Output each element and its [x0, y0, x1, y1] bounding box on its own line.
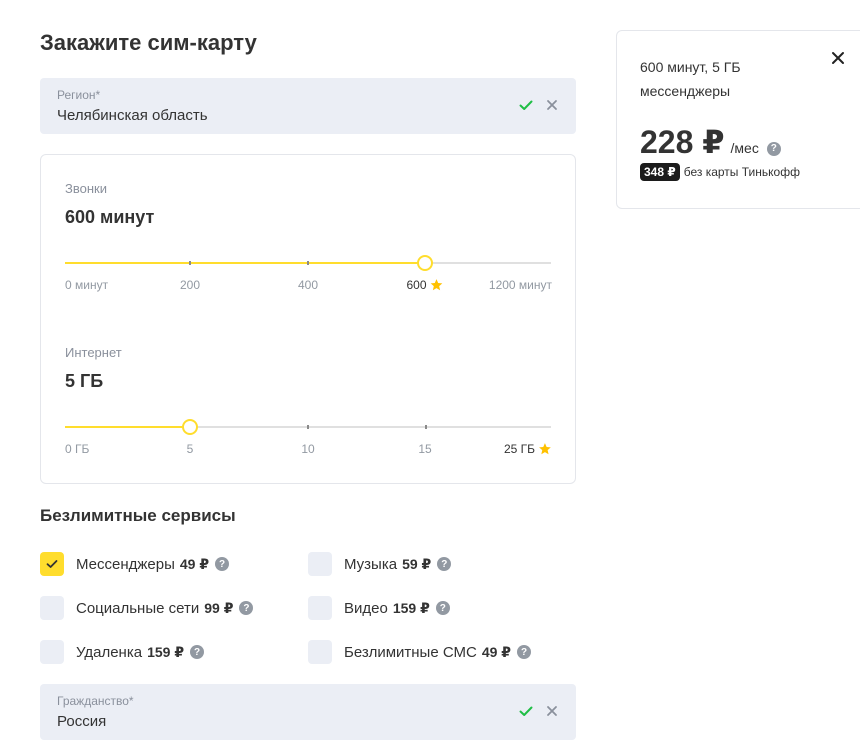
video-checkbox[interactable]: [308, 596, 332, 620]
service-sms[interactable]: Безлимитные СМС 49 ₽ ?: [308, 640, 532, 664]
price-unit: /мес: [730, 140, 759, 156]
region-select[interactable]: Регион* Челябинская область: [40, 78, 576, 134]
help-icon[interactable]: ?: [437, 557, 452, 571]
service-remote[interactable]: Удаленка 159 ₽ ?: [40, 640, 205, 664]
service-price: 99 ₽: [204, 599, 234, 616]
internet-tick-label: 10: [301, 442, 315, 456]
service-social[interactable]: Социальные сети 99 ₽ ?: [40, 596, 254, 620]
internet-slider-track[interactable]: [65, 419, 551, 435]
monthly-price: 228 ₽: [640, 124, 725, 160]
service-price: 159 ₽: [392, 599, 430, 616]
summary-line-2: мессенджеры: [640, 83, 731, 99]
music-checkbox[interactable]: [308, 552, 332, 576]
internet-slider-tick: [307, 425, 309, 429]
alt-price-badge: 348 ₽: [640, 163, 680, 181]
star-icon: [430, 279, 443, 291]
messengers-checkbox[interactable]: [40, 552, 64, 576]
service-price: 49 ₽: [481, 643, 512, 660]
calls-slider-tick: [307, 261, 309, 265]
service-music[interactable]: Музыка 59 ₽ ?: [308, 552, 452, 576]
internet-tick-label: 0 ГБ: [65, 442, 90, 456]
calls-slider-fill: [65, 262, 425, 264]
alt-price-row: 348 ₽ без карты Тинькофф: [640, 163, 800, 181]
help-icon[interactable]: ?: [190, 645, 205, 659]
service-label: Музыка: [344, 555, 398, 573]
checkmark-icon: [46, 560, 58, 568]
alt-price-text: без карты Тинькофф: [683, 165, 800, 179]
help-icon[interactable]: ?: [766, 141, 781, 156]
help-icon[interactable]: ?: [435, 601, 450, 615]
service-price: 159 ₽: [147, 643, 185, 660]
page-title: Закажите сим-карту: [40, 30, 257, 55]
internet-value: 5 ГБ: [65, 371, 104, 391]
service-video[interactable]: Видео 159 ₽ ?: [308, 596, 450, 620]
internet-slider-thumb[interactable]: [182, 419, 198, 435]
calls-selected-tick-text: 600: [406, 278, 427, 292]
service-messengers[interactable]: Мессенджеры 49 ₽ ?: [40, 552, 230, 576]
calls-tick-label: 1200 минут: [488, 278, 552, 292]
region-value: Челябинская область: [57, 107, 208, 124]
internet-tick-label-recommended: 25 ГБ: [504, 442, 552, 456]
help-icon[interactable]: ?: [215, 557, 230, 571]
summary-line-1: 600 минут, 5 ГБ: [640, 59, 741, 75]
clear-icon[interactable]: [546, 99, 558, 111]
tariff-summary-card: 600 минут, 5 ГБ мессенджеры 228 ₽ /мес ?…: [616, 30, 860, 209]
calls-value: 600 минут: [65, 207, 155, 227]
citizenship-select[interactable]: Гражданство* Россия: [40, 684, 576, 740]
help-icon[interactable]: ?: [239, 601, 254, 615]
calls-tick-label-selected: 600: [406, 278, 443, 292]
service-price: 49 ₽: [179, 555, 210, 572]
calls-title: Звонки: [65, 181, 107, 196]
internet-tick-label: 5: [186, 442, 194, 456]
service-label: Мессенджеры: [76, 555, 175, 573]
internet-slider-tick: [425, 425, 427, 429]
services-title: Безлимитные сервисы: [40, 506, 236, 525]
check-icon: [519, 706, 533, 716]
internet-title: Интернет: [65, 345, 122, 360]
check-icon: [519, 100, 533, 110]
calls-slider-thumb[interactable]: [417, 255, 433, 271]
sms-checkbox[interactable]: [308, 640, 332, 664]
help-icon[interactable]: ?: [517, 645, 532, 659]
internet-recommended-tick-text: 25 ГБ: [503, 442, 535, 456]
calls-slider-block: Звонки 600 минут 0 минут 200 400 600 120…: [65, 181, 553, 301]
internet-slider-fill: [65, 426, 190, 428]
calls-slider-tick: [189, 261, 191, 265]
internet-slider-block: Интернет 5 ГБ 0 ГБ 5 10 15 25 ГБ: [65, 345, 553, 465]
social-checkbox[interactable]: [40, 596, 64, 620]
calls-tick-label: 0 минут: [65, 278, 109, 292]
service-label: Безлимитные СМС: [344, 643, 477, 661]
service-price: 59 ₽: [402, 555, 432, 572]
citizenship-label: Гражданство*: [57, 694, 134, 708]
citizenship-value: Россия: [57, 713, 107, 730]
calls-tick-label: 400: [297, 278, 319, 292]
service-label: Удаленка: [76, 643, 143, 661]
internet-tick-label: 15: [418, 442, 432, 456]
star-icon: [539, 443, 551, 455]
remote-checkbox[interactable]: [40, 640, 64, 664]
tariff-sliders-card: Звонки 600 минут 0 минут 200 400 600 120…: [40, 154, 576, 484]
calls-slider-track[interactable]: [65, 255, 551, 271]
region-label: Регион*: [57, 88, 101, 102]
close-icon[interactable]: [830, 50, 846, 66]
service-label: Социальные сети: [76, 599, 200, 617]
service-label: Видео: [344, 599, 388, 617]
clear-icon[interactable]: [546, 705, 558, 717]
price-row: 228 ₽ /мес ?: [640, 123, 781, 161]
calls-tick-label: 200: [179, 278, 201, 292]
